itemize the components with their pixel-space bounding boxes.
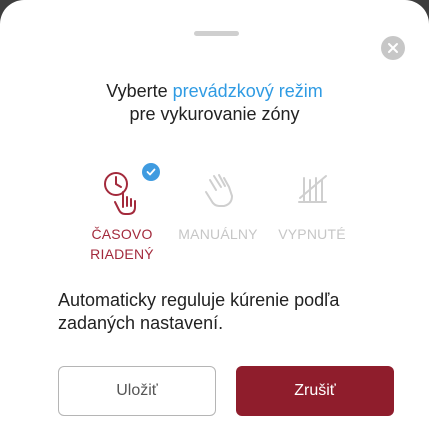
checkmark-icon bbox=[146, 168, 156, 176]
mode-label: RIADENÝ bbox=[90, 246, 154, 262]
save-button[interactable]: Uložiť bbox=[58, 366, 216, 416]
mode-manual[interactable]: MANUÁLNY bbox=[168, 162, 268, 244]
mode-description: Automaticky reguluje kúrenie podľa zadan… bbox=[58, 290, 340, 333]
drag-handle[interactable] bbox=[194, 31, 239, 36]
mode-label: ČASOVO bbox=[91, 226, 153, 242]
mode-label: VYPNUTÉ bbox=[278, 226, 346, 242]
title-line2: pre vykurovanie zóny bbox=[129, 104, 300, 124]
title-highlight: prevádzkový režim bbox=[172, 81, 323, 101]
heating-off-icon bbox=[298, 175, 327, 203]
mode-off[interactable]: VYPNUTÉ bbox=[262, 162, 362, 244]
mode-selector: ČASOVO RIADENÝ MANUÁLNY VYPNUTÉ bbox=[72, 162, 362, 267]
hand-tap-icon bbox=[205, 174, 233, 207]
title-prefix: Vyberte bbox=[106, 81, 173, 101]
selected-check-badge bbox=[142, 163, 160, 181]
close-button[interactable] bbox=[381, 36, 405, 60]
close-icon bbox=[388, 43, 398, 53]
cancel-button[interactable]: Zrušiť bbox=[236, 366, 394, 416]
mode-scheduled[interactable]: ČASOVO RIADENÝ bbox=[72, 162, 172, 264]
bottom-sheet: Vyberte prevádzkový režim pre vykurovani… bbox=[0, 0, 429, 424]
dialog-title: Vyberte prevádzkový režim pre vykurovani… bbox=[0, 80, 429, 126]
mode-label: MANUÁLNY bbox=[178, 226, 258, 242]
